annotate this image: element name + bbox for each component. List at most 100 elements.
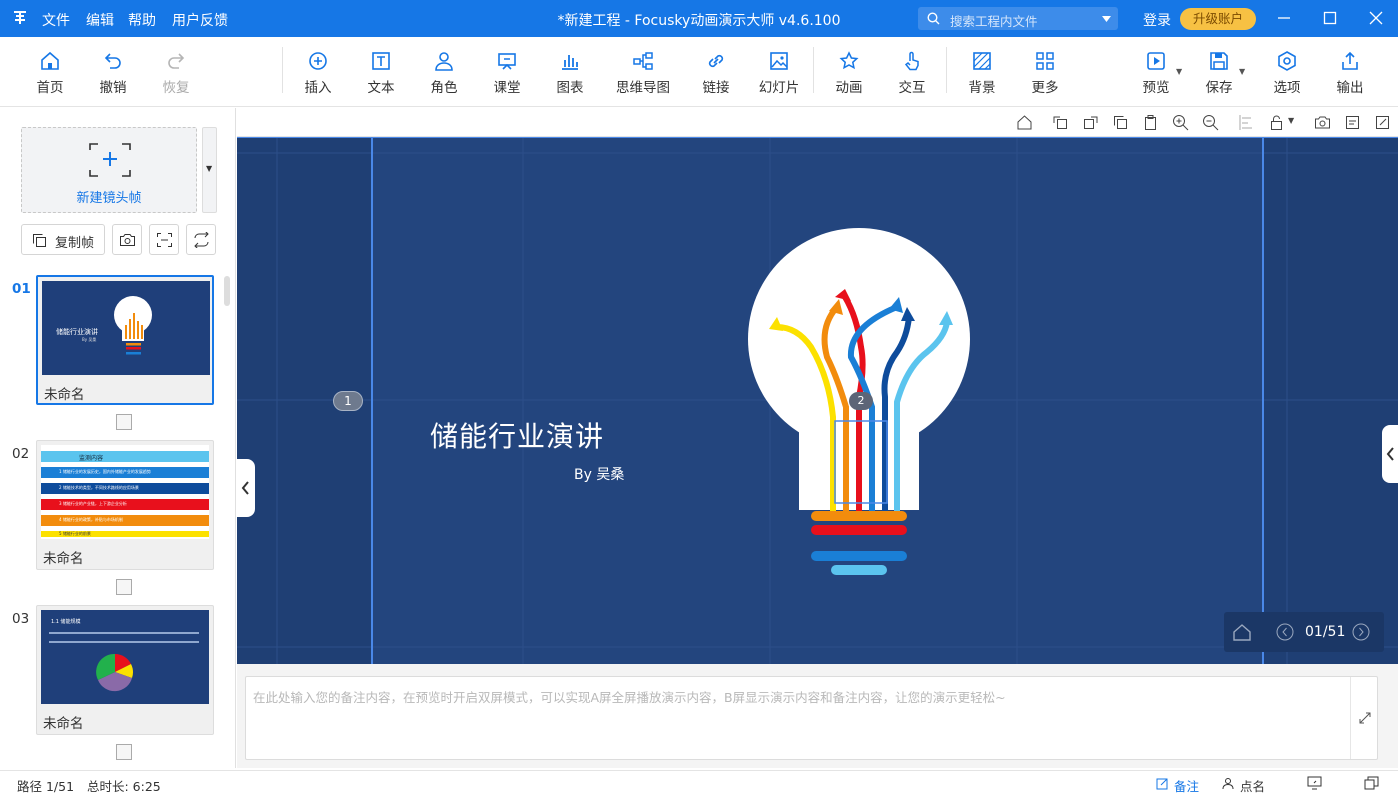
slides-button[interactable]: 幻灯片	[749, 50, 809, 96]
new-frame-button[interactable]: 新建镜头帧	[21, 127, 197, 213]
thumbnail-line: 4 储能行业的政策，补贴与市场机制	[59, 517, 123, 522]
rotate-left-icon[interactable]	[1052, 114, 1069, 131]
new-frame-dropdown[interactable]: ▼	[202, 127, 217, 213]
export-button[interactable]: 输出	[1320, 50, 1380, 96]
classroom-button[interactable]: 课堂	[477, 50, 537, 96]
title-bar: 文件 编辑 帮助 用户反馈 *新建工程 - Focusky动画演示大师 v4.6…	[0, 0, 1398, 37]
bar-chart-icon	[562, 55, 578, 70]
menu-feedback[interactable]: 用户反馈	[172, 10, 228, 30]
slide-thumbnail-3[interactable]: 1.1 储能规模 未命名	[36, 605, 214, 735]
screen-icon[interactable]	[1307, 776, 1322, 790]
lock-dropdown-icon[interactable]: ▼	[1288, 116, 1294, 125]
lightbulb-thumb-icon	[114, 296, 152, 355]
slide-thumbnail-2[interactable]: 监测内容 1 储能行业的发展历史，国内外储能产业的发展趋势 2 储能技术的类型，…	[36, 440, 214, 570]
star-icon	[839, 51, 859, 70]
minimize-icon[interactable]	[1274, 8, 1294, 28]
slide-number: 02	[12, 446, 30, 462]
collapse-panel-button[interactable]	[237, 459, 255, 517]
menu-file[interactable]: 文件	[42, 10, 70, 30]
home-button[interactable]: 首页	[20, 50, 80, 96]
interact-button[interactable]: 交互	[882, 50, 942, 96]
edit-note-icon	[1156, 778, 1168, 790]
role-button[interactable]: 角色	[414, 50, 474, 96]
insert-label: 插入	[304, 80, 332, 96]
camera-icon[interactable]	[1314, 114, 1331, 131]
frame-marker-1[interactable]: 1	[333, 391, 363, 411]
slide-title[interactable]: 储能行业演讲	[430, 415, 604, 455]
notes-input[interactable]: 在此处输入您的备注内容，在预览时开启双屏模式，可以实现A屏全屏播放演示内容，B屏…	[245, 676, 1378, 760]
preview-dropdown-icon[interactable]: ▼	[1176, 67, 1182, 76]
background-button[interactable]: 背景	[952, 50, 1012, 96]
transition-icon[interactable]	[116, 414, 132, 430]
chart-button[interactable]: 图表	[540, 50, 600, 96]
frames-panel: 新建镜头帧 ▼ 复制帧 01 储能行业演讲 By 吴桑 未命名 02 监测内容 …	[0, 108, 236, 768]
camera-icon	[120, 234, 135, 246]
screenshot-button[interactable]	[112, 224, 142, 255]
save-dropdown-icon[interactable]: ▼	[1239, 67, 1245, 76]
thumbnail-image: 1.1 储能规模	[41, 610, 209, 704]
menu-edit[interactable]: 编辑	[86, 10, 114, 30]
rotate-right-icon[interactable]	[1082, 114, 1099, 131]
zoom-out-icon[interactable]	[1202, 114, 1219, 131]
copy-icon[interactable]	[1112, 114, 1129, 131]
thumbnail-title: 监测内容	[79, 455, 104, 462]
lock-icon[interactable]	[1268, 114, 1285, 131]
more-button[interactable]: 更多	[1015, 50, 1075, 96]
home-icon[interactable]	[1016, 114, 1033, 131]
close-icon[interactable]	[1366, 8, 1386, 28]
person-icon	[435, 52, 453, 71]
save-label: 保存	[1205, 80, 1233, 96]
interact-label: 交互	[898, 80, 926, 96]
previous-icon[interactable]	[1276, 623, 1294, 641]
next-icon[interactable]	[1352, 623, 1370, 641]
undo-label: 撤销	[99, 80, 127, 96]
window-icon[interactable]	[1364, 776, 1379, 790]
maximize-icon[interactable]	[1320, 8, 1340, 28]
grid-icon	[1036, 52, 1054, 70]
transition-icon[interactable]	[116, 579, 132, 595]
slide-number: 03	[12, 611, 30, 627]
frame-marker-2[interactable]: 2	[849, 392, 873, 410]
paste-icon[interactable]	[1142, 114, 1159, 131]
swap-icon	[194, 232, 209, 248]
page-counter: 01/51	[1305, 624, 1346, 640]
insert-button[interactable]: 插入	[288, 50, 348, 96]
chevron-down-icon[interactable]	[1102, 16, 1111, 22]
search-box[interactable]: 搜索工程内文件	[918, 7, 1118, 30]
toolbar-divider	[282, 47, 283, 93]
mindmap-button[interactable]: 思维导图	[603, 50, 683, 96]
text-button[interactable]: 文本	[351, 50, 411, 96]
redo-icon	[168, 53, 185, 69]
login-link[interactable]: 登录	[1143, 10, 1171, 30]
toolbar-divider	[946, 47, 947, 93]
transition-icon[interactable]	[116, 744, 132, 760]
swap-order-button[interactable]	[186, 224, 216, 255]
new-frame-label: 新建镜头帧	[76, 191, 142, 206]
edit-icon[interactable]	[1374, 114, 1391, 131]
align-left-icon[interactable]	[1238, 114, 1255, 131]
scan-frame-button[interactable]	[149, 224, 179, 255]
editor-canvas[interactable]: 1 2 储能行业演讲 By 吴桑 01/51	[237, 137, 1398, 664]
undo-button[interactable]: 撤销	[83, 50, 143, 96]
canvas-toolbar: ▼	[237, 108, 1398, 137]
expand-right-panel-button[interactable]	[1382, 425, 1398, 483]
copy-frame-button[interactable]: 复制帧	[21, 224, 105, 255]
text-icon	[372, 52, 390, 70]
replace-icon[interactable]	[1344, 114, 1361, 131]
options-button[interactable]: 选项	[1257, 50, 1317, 96]
upgrade-account-button[interactable]: 升级账户	[1180, 8, 1256, 30]
redo-button[interactable]: 恢复	[146, 50, 206, 96]
expand-icon[interactable]	[1358, 711, 1372, 725]
thumbnail-line: 1 储能行业的发展历史，国内外储能产业的发展趋势	[59, 469, 151, 474]
slide-name: 未命名	[43, 551, 84, 567]
thumbnail-subtitle: By 吴桑	[82, 337, 97, 342]
menu-help[interactable]: 帮助	[128, 10, 156, 30]
person-icon	[1222, 778, 1234, 790]
home-icon[interactable]	[1232, 622, 1252, 642]
zoom-in-icon[interactable]	[1172, 114, 1189, 131]
panel-scrollbar[interactable]	[224, 276, 230, 306]
link-button[interactable]: 链接	[686, 50, 746, 96]
slide-thumbnail-1[interactable]: 储能行业演讲 By 吴桑 未命名	[36, 275, 214, 405]
animation-button[interactable]: 动画	[819, 50, 879, 96]
slide-subtitle[interactable]: By 吴桑	[574, 464, 624, 484]
